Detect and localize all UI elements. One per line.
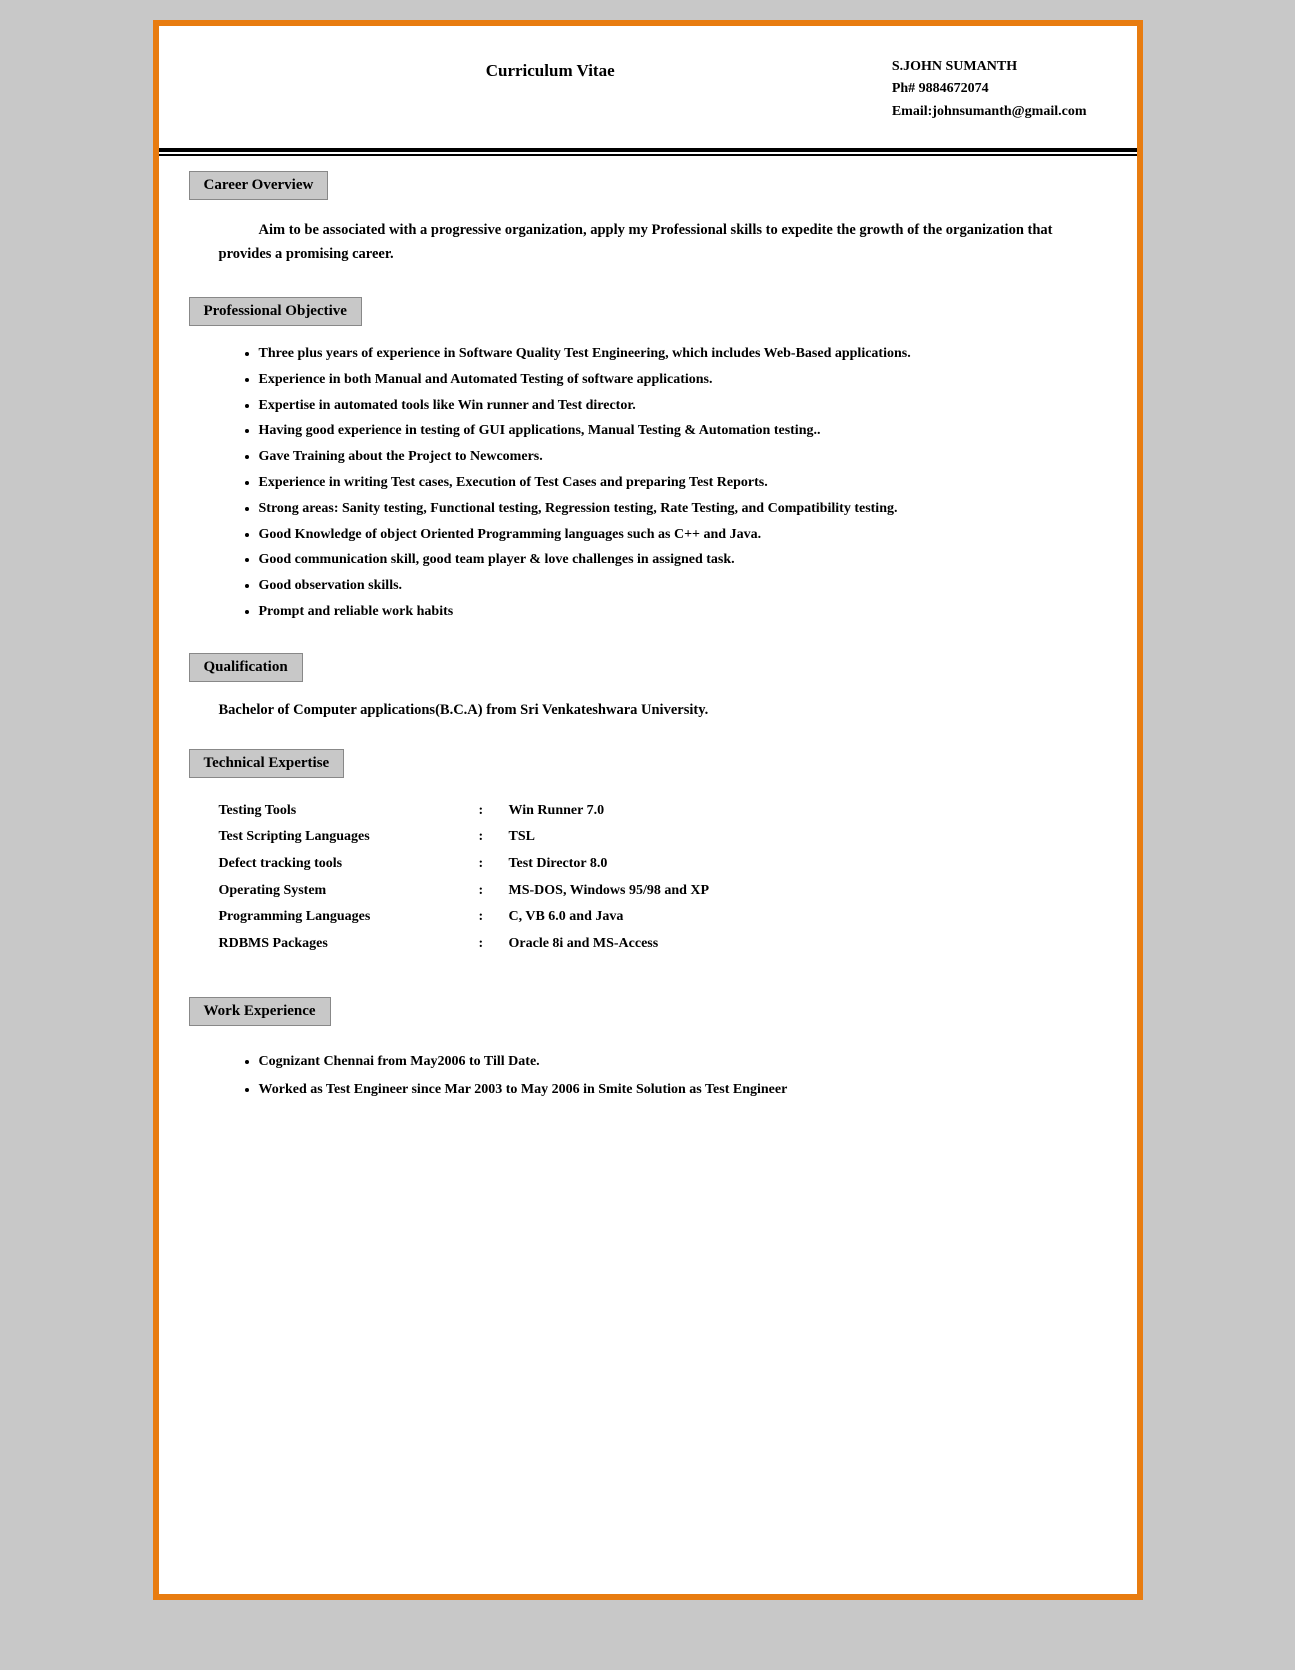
career-overview-header-row: Career Overview [189, 171, 1107, 200]
tech-colon: : [479, 798, 509, 825]
tech-value-scripting: TSL [509, 824, 1077, 851]
list-item: Cognizant Chennai from May2006 to Till D… [259, 1050, 1077, 1074]
tech-row-os: Operating System : MS-DOS, Windows 95/98… [219, 878, 1077, 905]
contact-info: S.JOHN SUMANTH Ph# 9884672074 Email:john… [892, 56, 1087, 123]
tech-label-os: Operating System [219, 878, 479, 905]
curriculum-vitae-title: Curriculum Vitae [209, 56, 892, 81]
tech-label-programming: Programming Languages [219, 904, 479, 931]
tech-label-rdbms: RDBMS Packages [219, 931, 479, 958]
tech-label-defect-tracking: Defect tracking tools [219, 851, 479, 878]
tech-colon: : [479, 851, 509, 878]
tech-value-testing-tools: Win Runner 7.0 [509, 798, 1077, 825]
tech-row-scripting: Test Scripting Languages : TSL [219, 824, 1077, 851]
qualification-text: Bachelor of Computer applications(B.C.A)… [159, 690, 1137, 734]
qualification-header: Qualification [189, 653, 303, 682]
list-item: Experience in writing Test cases, Execut… [259, 471, 1077, 495]
tech-row-defect-tracking: Defect tracking tools : Test Director 8.… [219, 851, 1077, 878]
professional-objective-content: Three plus years of experience in Softwa… [159, 334, 1137, 638]
page-title: Curriculum Vitae [486, 61, 615, 80]
tech-row-programming: Programming Languages : C, VB 6.0 and Ja… [219, 904, 1077, 931]
list-item: Good Knowledge of object Oriented Progra… [259, 523, 1077, 547]
tech-colon: : [479, 824, 509, 851]
header-section: Curriculum Vitae S.JOHN SUMANTH Ph# 9884… [159, 26, 1137, 138]
technical-expertise-label: Technical Expertise [204, 755, 330, 771]
career-overview-label: Career Overview [204, 177, 314, 193]
technical-expertise-header: Technical Expertise [189, 749, 345, 778]
work-experience-content: Cognizant Chennai from May2006 to Till D… [159, 1034, 1137, 1118]
tech-row-testing-tools: Testing Tools : Win Runner 7.0 [219, 798, 1077, 825]
professional-objective-header: Professional Objective [189, 297, 362, 326]
qualification-label: Qualification [204, 659, 288, 675]
professional-objective-list: Three plus years of experience in Softwa… [219, 342, 1077, 624]
list-item: Worked as Test Engineer since Mar 2003 t… [259, 1078, 1077, 1102]
applicant-name: S.JOHN SUMANTH [892, 56, 1087, 78]
list-item: Three plus years of experience in Softwa… [259, 342, 1077, 366]
tech-colon: : [479, 904, 509, 931]
tech-value-os: MS-DOS, Windows 95/98 and XP [509, 878, 1077, 905]
list-item: Having good experience in testing of GUI… [259, 419, 1077, 443]
thin-divider [159, 154, 1137, 156]
tech-value-rdbms: Oracle 8i and MS-Access [509, 931, 1077, 958]
qualification-header-row: Qualification [189, 653, 1107, 682]
work-experience-list: Cognizant Chennai from May2006 to Till D… [219, 1042, 1077, 1102]
career-overview-text: Aim to be associated with a progressive … [159, 208, 1137, 282]
professional-objective-header-row: Professional Objective [189, 297, 1107, 326]
technical-expertise-header-row: Technical Expertise [189, 749, 1107, 778]
list-item: Good observation skills. [259, 574, 1077, 598]
tech-label-scripting: Test Scripting Languages [219, 824, 479, 851]
professional-objective-label: Professional Objective [204, 303, 347, 319]
thick-divider [159, 148, 1137, 152]
work-experience-header-row: Work Experience [189, 997, 1107, 1026]
list-item: Experience in both Manual and Automated … [259, 368, 1077, 392]
list-item: Good communication skill, good team play… [259, 548, 1077, 572]
career-overview-header: Career Overview [189, 171, 329, 200]
tech-value-defect-tracking: Test Director 8.0 [509, 851, 1077, 878]
email-address: Email:johnsumanth@gmail.com [892, 101, 1087, 123]
tech-row-rdbms: RDBMS Packages : Oracle 8i and MS-Access [219, 931, 1077, 958]
list-item: Gave Training about the Project to Newco… [259, 445, 1077, 469]
technical-expertise-table: Testing Tools : Win Runner 7.0 Test Scri… [159, 786, 1137, 978]
tech-label-testing-tools: Testing Tools [219, 798, 479, 825]
tech-colon: : [479, 878, 509, 905]
resume-page: Curriculum Vitae S.JOHN SUMANTH Ph# 9884… [153, 20, 1143, 1600]
work-experience-label: Work Experience [204, 1003, 316, 1019]
work-experience-header: Work Experience [189, 997, 331, 1026]
list-item: Prompt and reliable work habits [259, 600, 1077, 624]
list-item: Expertise in automated tools like Win ru… [259, 394, 1077, 418]
tech-colon: : [479, 931, 509, 958]
phone-number: Ph# 9884672074 [892, 78, 1087, 100]
tech-value-programming: C, VB 6.0 and Java [509, 904, 1077, 931]
list-item: Strong areas: Sanity testing, Functional… [259, 497, 1077, 521]
